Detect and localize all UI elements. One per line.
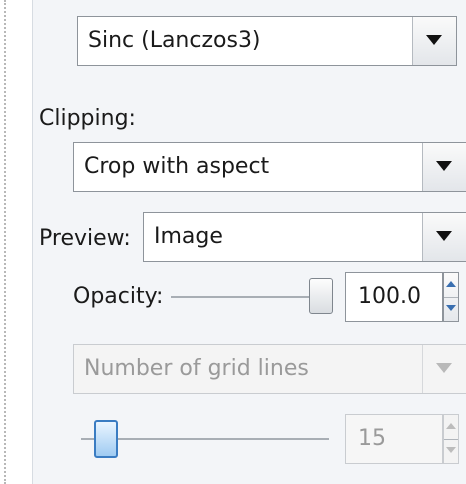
opacity-decrement-button[interactable] — [444, 297, 458, 321]
opacity-label: Opacity: — [73, 284, 164, 309]
chevron-down-icon — [436, 161, 452, 171]
preview-label: Preview: — [39, 226, 131, 251]
preview-value: Image — [154, 224, 223, 249]
clipping-dropdown-button[interactable] — [422, 143, 466, 191]
opacity-spinner[interactable] — [443, 272, 459, 322]
resampling-value: Sinc (Lanczos3) — [88, 28, 261, 53]
preview-dropdown-button[interactable] — [422, 213, 466, 261]
grid-lines-spinner[interactable] — [443, 414, 459, 464]
clipping-dropdown[interactable]: Crop with aspect — [73, 142, 466, 192]
guides-value: Number of grid lines — [84, 356, 309, 381]
grid-lines-input[interactable]: 15 — [345, 414, 443, 464]
opacity-input[interactable]: 100.0 — [345, 272, 443, 322]
clipping-label: Clipping: — [39, 106, 136, 131]
grid-lines-slider-thumb[interactable] — [93, 420, 118, 458]
spin-down-icon — [446, 305, 456, 311]
opacity-slider-thumb[interactable] — [309, 278, 333, 314]
spin-up-icon — [446, 423, 456, 429]
opacity-value: 100.0 — [358, 284, 421, 309]
grid-lines-slider-track[interactable] — [81, 438, 329, 440]
opacity-increment-button[interactable] — [444, 273, 458, 298]
opacity-slider-track[interactable] — [171, 296, 321, 298]
guides-dropdown-button[interactable] — [422, 345, 466, 393]
resampling-dropdown[interactable]: Sinc (Lanczos3) — [77, 16, 457, 66]
crop-settings-panel: Sinc (Lanczos3) Clipping: Crop with aspe… — [32, 0, 466, 484]
chevron-down-icon — [436, 363, 452, 373]
spin-up-icon — [446, 281, 456, 287]
chevron-down-icon — [426, 35, 442, 45]
resampling-dropdown-button[interactable] — [412, 17, 456, 65]
grid-lines-increment-button[interactable] — [444, 415, 458, 440]
clipping-value: Crop with aspect — [84, 154, 270, 179]
preview-dropdown[interactable]: Image — [143, 212, 466, 262]
guides-dropdown[interactable]: Number of grid lines — [73, 344, 466, 394]
dotted-frame-edge — [4, 0, 6, 484]
chevron-down-icon — [436, 231, 452, 241]
grid-lines-value: 15 — [358, 426, 386, 451]
grid-lines-decrement-button[interactable] — [444, 439, 458, 463]
spin-down-icon — [446, 447, 456, 453]
